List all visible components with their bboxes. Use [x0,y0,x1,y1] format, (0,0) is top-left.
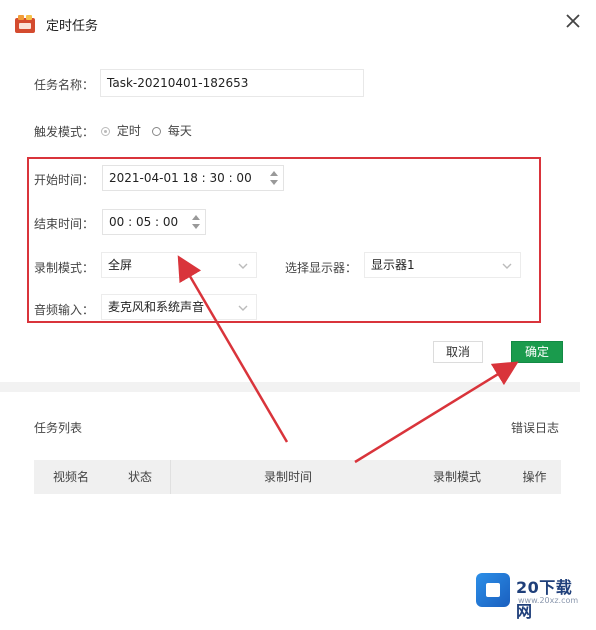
watermark-url: www.20xz.com [518,596,579,605]
record-mode-select[interactable]: 全屏 [101,252,257,278]
section-divider [0,382,580,392]
display-label: 选择显示器： [285,261,358,275]
column-header-record-time[interactable]: 录制时间 [172,460,404,494]
trigger-mode-label: 触发模式： [34,125,95,139]
ok-button[interactable]: 确定 [511,341,563,363]
start-time-input[interactable]: 2021-04-01 18 : 30 : 00 [102,165,284,191]
chevron-down-icon [238,305,248,311]
audio-input-select[interactable]: 麦克风和系统声音 [101,294,257,320]
end-time-value: 00 : 05 : 00 [109,215,179,229]
start-time-label: 开始时间： [34,173,95,187]
display-value: 显示器1 [371,258,415,272]
watermark-logo-icon [476,573,510,607]
task-name-input[interactable]: Task-20210401-182653 [100,69,364,97]
task-table-header: 视频名 状态 录制时间 录制模式 操作 [34,460,561,494]
chevron-down-icon [502,263,512,269]
column-separator [170,460,171,494]
record-mode-value: 全屏 [108,258,133,272]
record-mode-label: 录制模式： [34,261,95,275]
trigger-daily-label: 每天 [167,124,192,138]
task-list-title: 任务列表 [34,421,83,435]
column-header-actions[interactable]: 操作 [508,460,561,494]
app-icon [15,15,35,33]
audio-input-label: 音频输入： [34,303,95,317]
radio-unselected-icon [152,127,161,136]
end-time-label: 结束时间： [34,217,95,231]
start-time-spinner-icon[interactable] [268,167,280,189]
radio-selected-icon [101,127,110,136]
cancel-button[interactable]: 取消 [433,341,483,363]
trigger-timed-label: 定时 [116,124,141,138]
window-title: 定时任务 [46,19,99,34]
title-bar: 定时任务 [0,0,596,48]
close-icon[interactable] [562,10,584,32]
watermark: 20下载网 www.20xz.com [476,568,588,621]
start-time-value: 2021-04-01 18 : 30 : 00 [109,171,252,185]
error-log-link[interactable]: 错误日志 [511,419,559,436]
task-name-label: 任务名称： [34,78,95,92]
column-header-record-mode[interactable]: 录制模式 [414,460,500,494]
column-header-status[interactable]: 状态 [108,460,172,494]
trigger-radio-daily[interactable]: 每天 [152,122,192,139]
end-time-spinner-icon[interactable] [190,211,202,233]
display-select[interactable]: 显示器1 [364,252,521,278]
chevron-down-icon [238,263,248,269]
column-header-video-name[interactable]: 视频名 [34,460,108,494]
audio-input-value: 麦克风和系统声音 [108,300,205,314]
trigger-radio-timed[interactable]: 定时 [101,122,141,139]
